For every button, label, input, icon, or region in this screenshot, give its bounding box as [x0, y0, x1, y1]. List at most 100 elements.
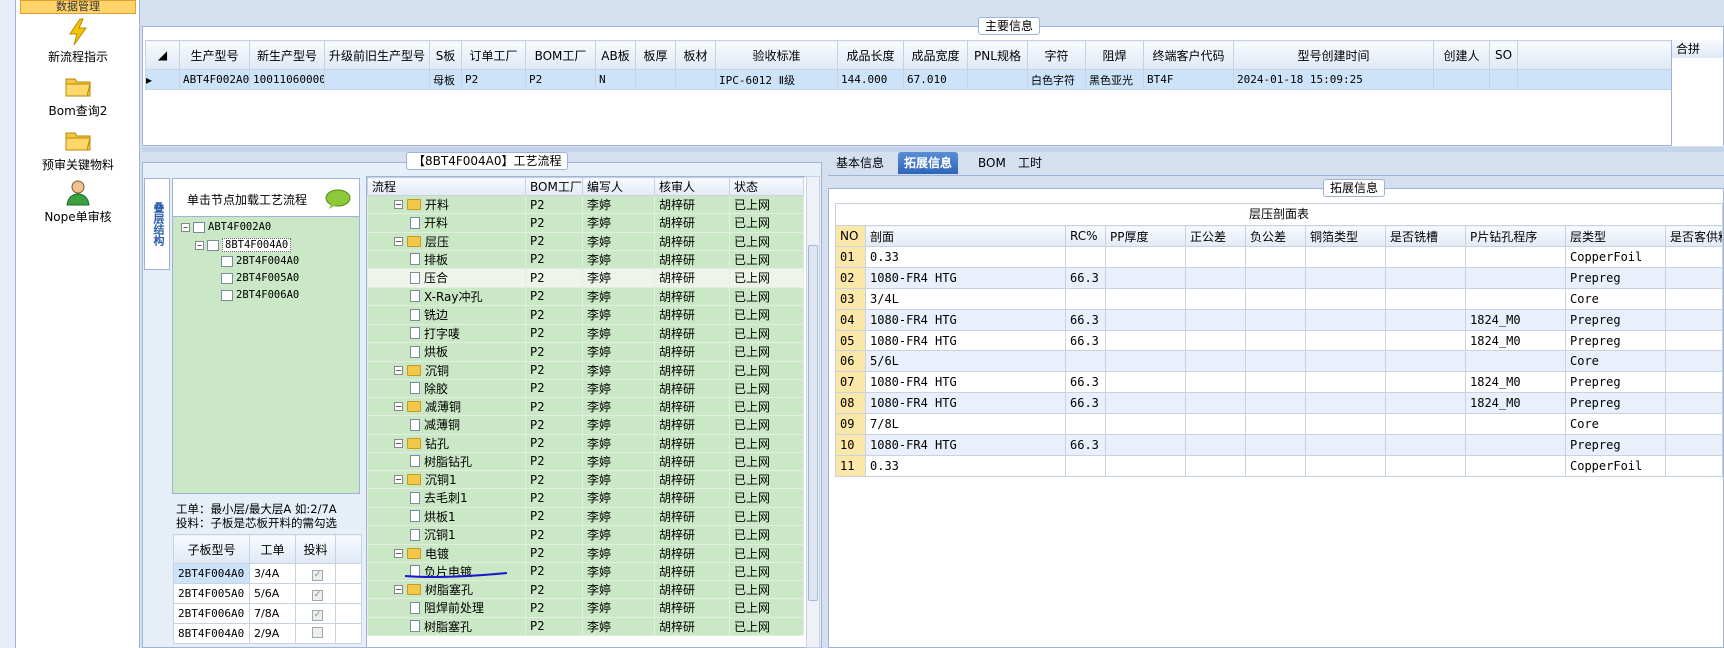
flow-node-cell[interactable]: 开料 — [367, 213, 526, 233]
flow-row[interactable]: − 减薄铜 P2 李婷 胡梓研 已上网 — [367, 397, 804, 416]
grid-cell[interactable] — [1105, 266, 1186, 289]
grid-cell[interactable] — [1245, 266, 1306, 289]
column-header[interactable]: 验收标准 — [715, 40, 838, 70]
table-row[interactable]: 03 3/4L Core — [835, 287, 1723, 310]
grid-cell[interactable]: BT4F — [1143, 69, 1234, 90]
grid-cell[interactable] — [1185, 434, 1246, 456]
grid-cell[interactable] — [1065, 287, 1106, 310]
table-row[interactable]: 11 0.33 CopperFoil — [835, 454, 1723, 477]
grid-cell[interactable]: 1080-FR4 HTG — [865, 266, 1066, 289]
flow-scrollbar[interactable] — [806, 176, 820, 648]
table-row[interactable]: 2BT4F004A0 3/4A ✓ — [173, 563, 362, 584]
column-header[interactable]: P片钻孔程序 — [1465, 225, 1566, 247]
grid-cell[interactable]: 66.3 — [1065, 371, 1106, 394]
grid-cell[interactable] — [1385, 350, 1466, 373]
column-header[interactable]: 升级前旧生产型号 — [324, 40, 430, 70]
grid-cell[interactable] — [1245, 454, 1306, 477]
tree-toggle[interactable]: − — [394, 438, 403, 448]
grid-cell[interactable]: 67.010 — [903, 69, 968, 90]
column-header[interactable]: NO — [835, 225, 866, 247]
tree-node[interactable]: − 8BT4F004A0 — [195, 238, 292, 252]
row-indicator[interactable]: ▸ — [145, 69, 180, 90]
grid-cell[interactable] — [1305, 350, 1386, 373]
feed-checkbox[interactable] — [312, 626, 323, 638]
tree-node[interactable]: 2BT4F004A0 — [209, 255, 299, 267]
column-header[interactable]: 状态 — [729, 177, 804, 196]
flow-node-cell[interactable]: 去毛刺1 — [367, 488, 526, 508]
flow-row[interactable]: 沉铜1 P2 李婷 胡梓研 已上网 — [367, 525, 804, 545]
column-header[interactable]: 阻焊 — [1085, 40, 1144, 70]
grid-cell[interactable]: 1824_M0 — [1465, 308, 1566, 331]
flow-node-cell[interactable]: 沉铜1 — [367, 525, 526, 545]
column-header[interactable]: AB板 — [595, 40, 636, 70]
grid-cell[interactable] — [1489, 69, 1518, 90]
nav-item-nope-review[interactable]: Nope单审核 — [16, 178, 140, 225]
nav-data-management[interactable]: 数据管理 — [20, 0, 136, 14]
grid-cell[interactable] — [1245, 308, 1306, 331]
flow-row[interactable]: − 开料 P2 李婷 胡梓研 已上网 — [367, 195, 804, 214]
grid-cell[interactable] — [1185, 454, 1246, 477]
grid-cell[interactable]: 1824_M0 — [1465, 371, 1566, 394]
flow-node-cell[interactable]: − 沉铜1 — [367, 470, 526, 489]
flow-row[interactable]: 树脂钻孔 P2 李婷 胡梓研 已上网 — [367, 451, 804, 471]
grid-cell[interactable] — [1185, 266, 1246, 289]
column-header[interactable]: BOM工厂 — [525, 177, 583, 196]
tree-toggle[interactable]: − — [181, 222, 190, 232]
column-header[interactable]: 子板型号 — [173, 534, 250, 564]
flow-node-cell[interactable]: 排板 — [367, 249, 526, 269]
grid-cell[interactable] — [1465, 246, 1566, 268]
tree-toggle[interactable]: − — [394, 585, 403, 594]
grid-cell[interactable]: 144.000 — [837, 69, 904, 90]
grid-cell[interactable]: 66.3 — [1065, 308, 1106, 331]
grid-cell[interactable] — [1305, 308, 1386, 331]
flow-node-cell[interactable]: − 沉铜 — [367, 360, 526, 380]
grid-cell[interactable] — [1185, 371, 1246, 394]
flow-node-cell[interactable]: − 层压 — [367, 231, 526, 251]
grid-cell[interactable]: Prepreg — [1565, 392, 1666, 415]
flow-row[interactable]: 除胶 P2 李婷 胡梓研 已上网 — [367, 378, 804, 398]
grid-cell[interactable] — [1245, 350, 1306, 373]
column-header[interactable]: 投料 — [295, 534, 336, 564]
feed-checkbox[interactable]: ✓ — [312, 569, 323, 581]
grid-cell[interactable]: Core — [1565, 287, 1666, 310]
grid-cell[interactable]: Core — [1565, 413, 1666, 436]
grid-cell[interactable]: 66.3 — [1065, 392, 1106, 415]
column-header[interactable]: 型号创建时间 — [1233, 40, 1434, 70]
grid-cell[interactable]: 1080-FR4 HTG — [865, 308, 1066, 331]
tree-toggle[interactable]: − — [394, 200, 403, 209]
side-tab-stack[interactable]: 叠层结构 — [144, 178, 170, 270]
grid-cell[interactable] — [1465, 266, 1566, 289]
grid-cell[interactable] — [1665, 371, 1723, 394]
checkbox[interactable] — [221, 255, 233, 267]
tree-toggle[interactable]: − — [394, 236, 403, 246]
column-header[interactable]: 剖面 — [865, 225, 1066, 247]
grid-cell[interactable] — [1385, 392, 1466, 415]
grid-cell[interactable] — [1065, 413, 1106, 436]
grid-cell[interactable]: 66.3 — [1065, 329, 1106, 352]
grid-cell[interactable] — [635, 69, 676, 90]
flow-node-cell[interactable]: X-Ray冲孔 — [367, 286, 526, 306]
grid-cell[interactable] — [967, 69, 1028, 90]
tree-splitter[interactable] — [358, 180, 362, 494]
grid-cell[interactable] — [1465, 434, 1566, 456]
checkbox[interactable] — [221, 289, 233, 301]
grid-cell[interactable] — [1665, 350, 1723, 373]
grid-cell[interactable] — [1245, 434, 1306, 456]
grid-cell[interactable]: 5/6L — [865, 350, 1066, 373]
grid-cell[interactable]: CopperFoil — [1565, 246, 1666, 268]
grid-cell[interactable]: 1080-FR4 HTG — [865, 392, 1066, 415]
grid-cell[interactable]: 母板 — [429, 69, 462, 90]
grid-cell[interactable]: 10011060000710 — [249, 69, 325, 90]
grid-cell[interactable] — [1385, 371, 1466, 394]
tree-toggle[interactable]: − — [195, 240, 204, 250]
grid-cell[interactable] — [1305, 413, 1386, 436]
grid-cell[interactable]: 1080-FR4 HTG — [865, 371, 1066, 394]
grid-cell[interactable] — [1305, 392, 1386, 415]
flow-node-cell[interactable]: 烘板 — [367, 342, 526, 362]
table-row[interactable]: 2BT4F005A0 5/6A ✓ — [173, 583, 362, 604]
column-header[interactable]: 层类型 — [1565, 225, 1666, 247]
flow-row[interactable]: 打字唛 P2 李婷 胡梓研 已上网 — [367, 323, 804, 343]
grid-cell[interactable] — [1105, 413, 1186, 436]
grid-cell[interactable] — [324, 69, 430, 90]
tab-basic-info[interactable]: 基本信息 — [830, 152, 890, 174]
